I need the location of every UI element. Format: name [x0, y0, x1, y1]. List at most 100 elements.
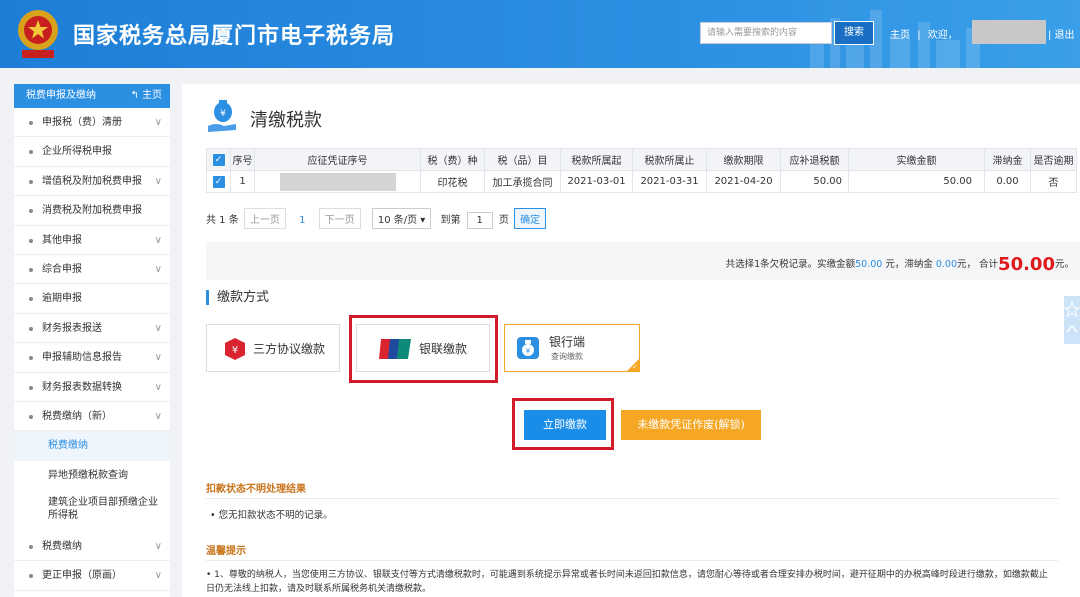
- row-select-cell[interactable]: ✓: [206, 170, 231, 193]
- col-header: 是否逾期: [1030, 148, 1077, 171]
- chevron-down-icon: ∨: [154, 541, 162, 553]
- search-input[interactable]: 请输入需要搜索的内容: [700, 22, 832, 44]
- summary-total: 50.00: [998, 254, 1055, 275]
- summary-mid2: 元， 合计: [957, 259, 999, 270]
- bullet-icon: [29, 121, 33, 125]
- sidebar-header: 税费申报及缴纳 ↰ 主页: [14, 84, 170, 108]
- sidebar-item[interactable]: 税费缴纳（新） ∨: [14, 402, 170, 432]
- cell-deadline: 2021-04-20: [706, 170, 781, 193]
- status-note: • 您无扣款状态不明的记录。: [210, 510, 333, 521]
- col-header: 滞纳金: [984, 148, 1031, 171]
- pay-method-tripartite[interactable]: ¥ 三方协议缴款: [206, 324, 340, 372]
- sidebar-item-label: 消费税及附加税费申报: [42, 205, 142, 217]
- cell-late-fee: 0.00: [984, 170, 1031, 193]
- bullet-icon: [29, 150, 33, 155]
- pay-method-bank-end[interactable]: ¥ 银行端 查询缴款 ✓: [504, 324, 640, 372]
- bullet-icon: [29, 267, 33, 272]
- bullet-icon: [29, 209, 33, 214]
- pager-total: 共 1 条: [206, 215, 239, 226]
- sidebar-item[interactable]: 逾期申报: [14, 284, 170, 314]
- sidebar-home-link[interactable]: ↰ 主页: [130, 84, 162, 108]
- row-checkbox[interactable]: ✓: [212, 175, 225, 188]
- sidebar-item-label: 申报税（费）清册: [42, 117, 122, 128]
- cell-overdue: 否: [1030, 170, 1077, 193]
- sidebar-item[interactable]: 财务报表报送 ∨: [14, 314, 170, 344]
- sidebar-item-label: 税费缴纳: [42, 541, 82, 553]
- summary-mid1: 元，滞纳金: [882, 259, 936, 270]
- summary-suffix: 元。: [1054, 259, 1074, 270]
- pager-goto-input[interactable]: 1: [466, 212, 493, 229]
- sidebar-subitem[interactable]: 异地预缴税款查询: [14, 460, 170, 491]
- divider: [206, 560, 1058, 561]
- sidebar-item[interactable]: 申报税（费）清册 ∨: [14, 108, 170, 138]
- sidebar-item-label: 税费缴纳（新）: [42, 410, 112, 422]
- nav-welcome: 欢迎，: [927, 30, 958, 41]
- col-header: 序号: [230, 148, 255, 171]
- header-nav: 主页 | 欢迎，: [890, 26, 962, 41]
- summary-late-amount: 0.00: [935, 259, 958, 270]
- sidebar-item[interactable]: 消费税及附加税费申报: [14, 196, 170, 226]
- summary-text: 共选择1条欠税记录。实缴金额50.00 元，滞纳金 0.00元， 合计50.00…: [726, 254, 1074, 275]
- pager-current-page[interactable]: 1: [299, 215, 305, 226]
- star-icon: [1063, 300, 1080, 333]
- sidebar-item-label: 财务报表数据转换: [42, 381, 122, 393]
- cell-paid-input[interactable]: 50.00: [848, 170, 985, 193]
- pager-confirm-button[interactable]: 确定: [514, 208, 547, 229]
- pay-section-title: 缴款方式: [206, 290, 269, 305]
- cell-voucher-redacted: [254, 170, 421, 193]
- sidebar-item-label: 增值税及附加税费申报: [42, 175, 142, 187]
- tips-section-title: 温馨提示: [206, 546, 246, 557]
- search-button[interactable]: 搜索: [834, 21, 874, 45]
- tips-text: • 1、尊敬的纳税人，当您使用三方协议、银联支付等方式清缴税款时，可能遇到系统提…: [206, 570, 1048, 594]
- bank-moneybag-icon: ¥: [517, 337, 539, 359]
- bullet-icon: [29, 356, 33, 361]
- col-header: 税（费）种: [420, 148, 485, 171]
- sidebar-item[interactable]: 综合申报 ∨: [14, 255, 170, 285]
- cell-tax-type: 印花税: [420, 170, 485, 193]
- col-header: 应补退税额: [780, 148, 849, 171]
- sidebar-item-label: 企业所得税申报: [42, 146, 112, 158]
- logout-link[interactable]: | 退出: [1048, 26, 1075, 41]
- chevron-down-icon: ∨: [154, 381, 162, 393]
- sidebar-item-label: 申报辅助信息报告: [42, 352, 122, 364]
- pay-now-button[interactable]: 立即缴款: [524, 410, 606, 440]
- sidebar-item[interactable]: 企业所得税申报: [14, 137, 170, 167]
- chevron-down-icon: ∨: [154, 410, 162, 422]
- cell-tax-item: 加工承揽合同: [484, 170, 561, 193]
- sidebar-item[interactable]: 税费缴纳 ∨: [14, 532, 170, 562]
- sidebar-item[interactable]: 更正申报（原画） ∨: [14, 561, 170, 591]
- tripartite-gift-icon: ¥: [225, 338, 245, 360]
- table-header-row: ✓ 序号 应征凭证序号 税（费）种 税（品）目 税款所属起 税款所属止 缴款期限…: [206, 148, 1077, 171]
- sidebar-item[interactable]: 其他申报 ∨: [14, 226, 170, 255]
- cell-due: 50.00: [780, 170, 849, 193]
- sidebar-subitem[interactable]: 税费缴纳: [14, 431, 170, 461]
- annotation-outline-unionpay: [349, 315, 498, 383]
- sidebar-item[interactable]: 财务报表数据转换 ∨: [14, 373, 170, 402]
- pager-goto-label: 到第: [440, 215, 461, 226]
- pager-size-select[interactable]: 10 条/页 ▾: [371, 208, 432, 229]
- tax-emblem-icon: [18, 10, 58, 58]
- select-all-cell[interactable]: ✓: [206, 148, 231, 171]
- bullet-icon: [29, 297, 33, 302]
- pager-next-button[interactable]: 下一页: [318, 208, 361, 229]
- floating-side-tab[interactable]: [1063, 296, 1080, 344]
- void-voucher-button[interactable]: 未缴款凭证作废(解锁): [621, 410, 761, 440]
- sidebar-subitem[interactable]: 建筑企业项目部预缴企业所得税: [14, 490, 170, 533]
- svg-text:¥: ¥: [526, 347, 531, 355]
- chevron-down-icon: ∨: [154, 175, 162, 187]
- pagination: 共 1 条 上一页 1 下一页 10 条/页 ▾ 到第 1 页 确定: [206, 208, 547, 229]
- chevron-down-icon: ∨: [154, 234, 162, 246]
- nav-home-link[interactable]: 主页: [890, 30, 910, 41]
- pager-prev-button[interactable]: 上一页: [243, 208, 286, 229]
- col-header: 税（品）目: [484, 148, 561, 171]
- summary-bar: 共选择1条欠税记录。实缴金额50.00 元，滞纳金 0.00元， 合计50.00…: [206, 242, 1080, 280]
- select-all-checkbox[interactable]: ✓: [212, 153, 225, 166]
- sidebar-item-label: 更正申报（原画）: [42, 570, 122, 582]
- sidebar-item[interactable]: 申报辅助信息报告 ∨: [14, 343, 170, 373]
- chevron-down-icon: ∨: [154, 322, 162, 334]
- col-header: 税款所属起: [560, 148, 633, 171]
- sidebar-item[interactable]: 增值税及附加税费申报 ∨: [14, 167, 170, 197]
- col-header: 应征凭证序号: [254, 148, 421, 171]
- voucher-number-redacted: [279, 172, 396, 191]
- divider: [206, 498, 1058, 499]
